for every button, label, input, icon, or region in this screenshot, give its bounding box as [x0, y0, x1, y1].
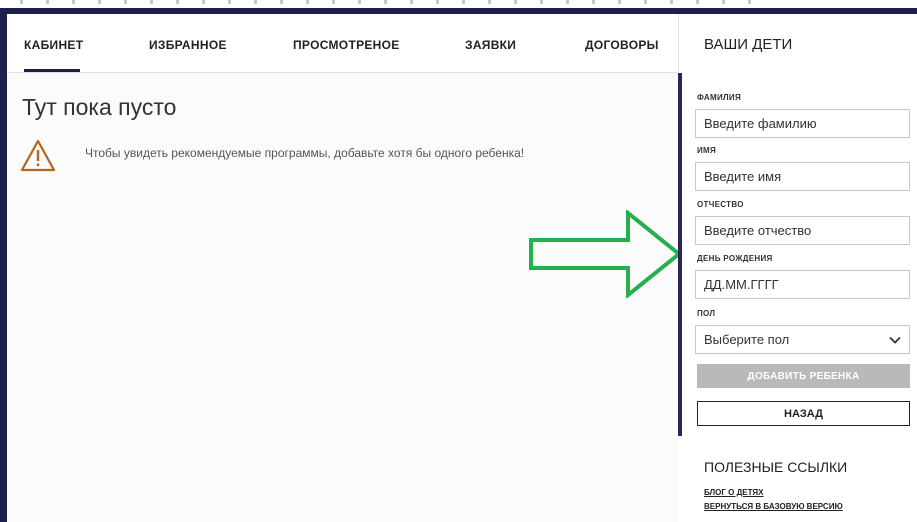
gender-label: ПОЛ [697, 309, 716, 318]
top-strip [0, 0, 917, 8]
warning-message: Чтобы увидеть рекомендуемые программы, д… [85, 146, 525, 160]
back-button[interactable]: НАЗАД [697, 401, 910, 426]
chevron-down-icon [889, 336, 901, 344]
tab-applications[interactable]: ЗАЯВКИ [465, 38, 516, 52]
sidebar-title: ВАШИ ДЕТИ [704, 36, 793, 53]
empty-state-title: Тут пока пусто [22, 94, 177, 120]
patronymic-label: ОТЧЕСТВО [697, 200, 744, 209]
link-kids-blog[interactable]: БЛОГ О ДЕТЯХ [704, 488, 764, 497]
useful-links-title: ПОЛЕЗНЫЕ ССЫЛКИ [704, 459, 848, 475]
clipped-content [20, 0, 760, 4]
last-name-field[interactable] [695, 109, 910, 138]
arrow-right-icon [529, 210, 683, 298]
last-name-label: ФАМИЛИЯ [697, 93, 742, 102]
link-basic-version[interactable]: ВЕРНУТЬСЯ В БАЗОВУЮ ВЕРСИЮ [704, 502, 843, 511]
top-nav: КАБИНЕТ ИЗБРАННОЕ ПРОСМОТРЕНОЕ ЗАЯВКИ ДО… [7, 14, 678, 73]
header-divider [678, 14, 679, 72]
birthday-field[interactable] [695, 270, 910, 299]
patronymic-field[interactable] [695, 216, 910, 245]
warning-triangle-icon [20, 139, 56, 172]
tab-favorites[interactable]: ИЗБРАННОЕ [149, 38, 227, 52]
tab-contracts[interactable]: ДОГОВОРЫ [585, 38, 659, 52]
active-tab-indicator [24, 69, 80, 72]
first-name-field[interactable] [695, 162, 910, 191]
gender-select-value: Выберите пол [704, 332, 790, 347]
birthday-label: ДЕНЬ РОЖДЕНИЯ [697, 254, 773, 263]
gender-select[interactable]: Выберите пол [695, 325, 910, 354]
tab-viewed[interactable]: ПРОСМОТРЕНОЕ [293, 38, 400, 52]
left-frame-bar [0, 8, 7, 522]
first-name-label: ИМЯ [697, 146, 717, 155]
add-child-button[interactable]: ДОБАВИТЬ РЕБЕНКА [697, 364, 910, 388]
tab-cabinet[interactable]: КАБИНЕТ [24, 38, 83, 52]
